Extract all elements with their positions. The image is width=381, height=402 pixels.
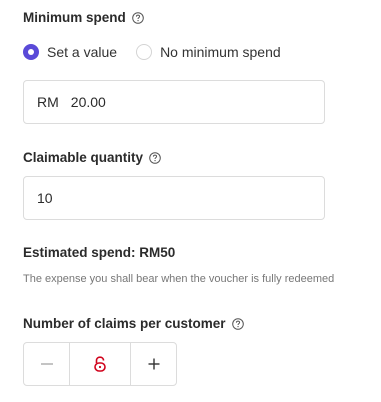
claimable-quantity-input[interactable]: 10	[23, 176, 325, 220]
minus-icon	[40, 357, 54, 371]
claimable-quantity-label: Claimable quantity	[23, 150, 161, 165]
radio-checked-icon[interactable]	[23, 44, 39, 60]
claims-per-customer-stepper	[23, 342, 177, 386]
minimum-spend-value[interactable]: 20.00	[71, 94, 106, 110]
estimated-spend-hint: The expense you shall bear when the vouc…	[23, 273, 335, 285]
claims-per-customer-value-field[interactable]	[69, 343, 131, 385]
minimum-spend-help-icon[interactable]	[131, 11, 144, 24]
radio-unchecked-icon[interactable]	[136, 44, 153, 60]
radio-set-a-value-label: Set a value	[47, 44, 118, 60]
radio-set-a-value[interactable]: Set a value	[23, 44, 117, 60]
claims-per-customer-label: Number of claims per customer	[23, 316, 244, 331]
radio-no-minimum-spend-label: No minimum spend	[160, 44, 281, 60]
decrement-button[interactable]	[24, 343, 69, 385]
claimable-quantity-value[interactable]: 10	[37, 190, 53, 206]
radio-no-minimum-spend[interactable]: No minimum spend	[136, 44, 281, 60]
claimable-quantity-help-icon[interactable]	[149, 151, 161, 164]
minimum-spend-label: Minimum spend	[23, 10, 144, 25]
minimum-spend-label-text: Minimum spend	[23, 10, 126, 25]
plus-icon	[147, 357, 161, 371]
increment-button[interactable]	[131, 343, 176, 385]
minimum-spend-options: Set a value No minimum spend	[23, 44, 281, 60]
lock-icon	[93, 356, 107, 372]
currency-prefix: RM	[37, 94, 59, 110]
claimable-quantity-label-text: Claimable quantity	[23, 150, 144, 165]
claims-per-customer-help-icon[interactable]	[231, 317, 244, 330]
estimated-spend: Estimated spend: RM50	[23, 245, 176, 260]
claims-per-customer-label-text: Number of claims per customer	[23, 316, 226, 331]
minimum-spend-input[interactable]: RM 20.00	[23, 80, 325, 124]
